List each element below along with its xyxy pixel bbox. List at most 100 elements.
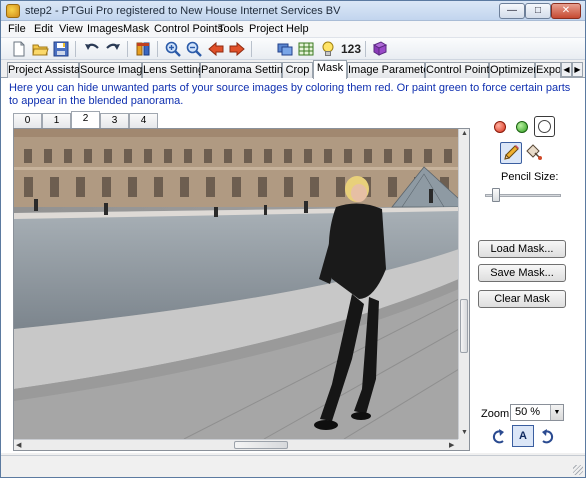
- image-vertical-scrollbar[interactable]: ▲ ▼: [458, 129, 469, 439]
- load-mask-button[interactable]: Load Mask...: [478, 240, 566, 258]
- menu-view[interactable]: View: [59, 23, 83, 35]
- preview-button[interactable]: [319, 40, 337, 58]
- zoom-value: 50 %: [515, 406, 541, 418]
- image-tab-2[interactable]: 2: [71, 111, 100, 128]
- green-circle-icon: [516, 121, 528, 133]
- toolbar-separator: [251, 41, 252, 57]
- save-project-button[interactable]: [52, 40, 70, 58]
- menu-control-points[interactable]: Control Points: [154, 23, 223, 35]
- tab-source-images[interactable]: Source Images: [79, 62, 154, 78]
- table-editor-button[interactable]: [297, 40, 315, 58]
- tab-image-parameters[interactable]: Image Parameters: [347, 62, 438, 78]
- horizontal-scroll-thumb[interactable]: [234, 441, 288, 449]
- open-folder-icon: [32, 44, 49, 56]
- open-project-button[interactable]: [31, 40, 49, 58]
- menu-mask[interactable]: Mask: [123, 23, 149, 35]
- tab-mask[interactable]: Mask: [313, 60, 347, 79]
- pencil-size-slider[interactable]: [485, 188, 561, 202]
- zoom-out-button[interactable]: [185, 40, 203, 58]
- maximize-icon: □: [534, 5, 542, 16]
- menu-edit[interactable]: Edit: [34, 23, 53, 35]
- menu-images[interactable]: Images: [87, 23, 123, 35]
- image-tab-1[interactable]: 1: [42, 113, 71, 128]
- clear-mask-button[interactable]: Clear Mask: [478, 290, 566, 308]
- pencil-icon: [504, 145, 519, 160]
- new-project-button[interactable]: [10, 40, 28, 58]
- zoom-select[interactable]: 50 % ▼: [510, 404, 564, 421]
- main-tabs: Project Assistant Source Images Lens Set…: [1, 60, 585, 79]
- mask-instructions: Here you can hide unwanted parts of your…: [9, 82, 571, 107]
- toolbar-separator: [75, 41, 76, 57]
- redo-icon: [106, 43, 120, 50]
- toolbar: 123: [1, 38, 585, 60]
- menu-tools[interactable]: Tools: [218, 23, 244, 35]
- maximize-button[interactable]: □: [525, 3, 551, 19]
- erase-mask-button[interactable]: [534, 116, 555, 137]
- tab-crop[interactable]: Crop: [282, 62, 313, 78]
- rotate-left-button[interactable]: [489, 427, 509, 447]
- toolbar-separator: [127, 41, 128, 57]
- menu-file[interactable]: File: [8, 23, 26, 35]
- paint-red-button[interactable]: [491, 118, 509, 136]
- chevron-down-icon[interactable]: ▼: [550, 405, 563, 420]
- scroll-right-icon[interactable]: ▶: [449, 441, 454, 449]
- red-circle-icon: [494, 121, 506, 133]
- ptgui-app-icon: [6, 4, 20, 18]
- image-tab-3[interactable]: 3: [100, 113, 129, 128]
- zoom-in-button[interactable]: [164, 40, 182, 58]
- tab-lens-settings[interactable]: Lens Settings: [142, 62, 210, 78]
- pencil-tool-button[interactable]: [500, 142, 522, 164]
- vertical-scroll-thumb[interactable]: [460, 299, 468, 353]
- tabs-scroll-right-button[interactable]: ▶: [572, 62, 583, 77]
- close-icon: ✕: [561, 5, 571, 16]
- slider-thumb[interactable]: [491, 188, 500, 202]
- source-image-canvas[interactable]: [14, 129, 459, 439]
- control-points-tool-button[interactable]: [134, 40, 152, 58]
- app-window: step2 - PTGui Pro registered to New Hous…: [0, 0, 586, 478]
- tab-control-points[interactable]: Control Points: [425, 62, 495, 78]
- zoom-label: Zoom:: [481, 408, 513, 420]
- tab-optimizer[interactable]: Optimizer: [489, 62, 537, 78]
- batch-stitcher-button[interactable]: [371, 40, 389, 58]
- redo-button[interactable]: [104, 40, 122, 58]
- minimize-button[interactable]: —: [499, 3, 525, 19]
- louvre-photo: [14, 129, 459, 439]
- undo-button[interactable]: [83, 40, 101, 58]
- mask-tools-panel: Pencil Size: Load Mask... Save Mask... C…: [473, 112, 583, 452]
- image-tab-0[interactable]: 0: [13, 113, 42, 128]
- white-circle-icon: [538, 120, 551, 133]
- scroll-down-icon[interactable]: ▼: [461, 429, 468, 436]
- scroll-up-icon[interactable]: ▲: [461, 130, 468, 137]
- arrow-left-icon: [208, 41, 224, 57]
- image-horizontal-scrollbar[interactable]: ◀ ▶: [14, 439, 459, 450]
- new-document-icon: [13, 41, 25, 57]
- scroll-left-icon[interactable]: ◀: [16, 441, 21, 449]
- image-tab-4[interactable]: 4: [129, 113, 158, 128]
- pencil-size-label: Pencil Size:: [501, 171, 559, 183]
- tabs-scroll-left-button[interactable]: ◀: [561, 62, 572, 77]
- close-button[interactable]: ✕: [551, 3, 581, 19]
- panorama-editor-icon: [277, 43, 293, 56]
- books-icon: [372, 41, 388, 56]
- paint-green-button[interactable]: [513, 118, 531, 136]
- menu-project[interactable]: Project: [249, 23, 283, 35]
- mask-image-view: ▲ ▼ ◀ ▶: [13, 128, 470, 451]
- rotate-left-icon: [492, 429, 504, 444]
- tab-project-assistant[interactable]: Project Assistant: [7, 62, 89, 78]
- tab-exposure[interactable]: Expo: [535, 62, 561, 78]
- next-image-button[interactable]: [228, 40, 246, 58]
- menu-help[interactable]: Help: [286, 23, 309, 35]
- rotate-right-button[interactable]: [537, 427, 557, 447]
- table-grid-icon: [298, 42, 314, 56]
- scrollbar-corner: [458, 439, 469, 450]
- panorama-editor-button[interactable]: [276, 40, 294, 58]
- numbering-button[interactable]: 123: [341, 42, 361, 56]
- fill-tool-button[interactable]: [523, 142, 545, 164]
- previous-image-button[interactable]: [207, 40, 225, 58]
- tab-panorama-settings[interactable]: Panorama Settings: [200, 62, 295, 78]
- resize-grip-icon[interactable]: [573, 465, 583, 475]
- toolbar-separator: [365, 41, 366, 57]
- save-mask-button[interactable]: Save Mask...: [478, 264, 566, 282]
- save-icon: [53, 41, 69, 57]
- auto-rotate-button[interactable]: A: [512, 425, 534, 447]
